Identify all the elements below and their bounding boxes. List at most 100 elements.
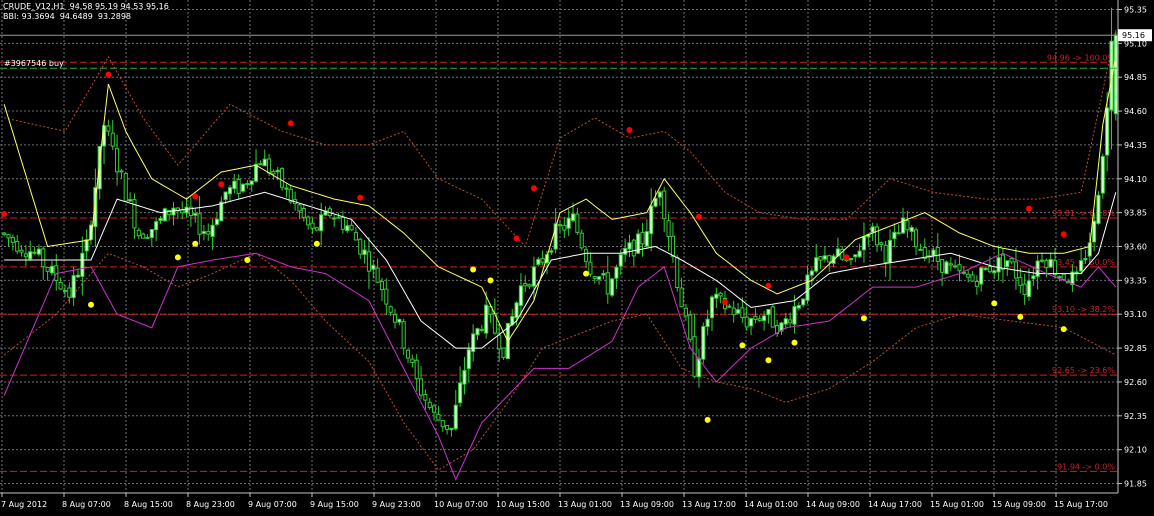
candle-bear: [392, 314, 398, 323]
candle-bull: [145, 236, 150, 239]
y-tick-label: 92.60: [1124, 378, 1147, 387]
trough-dot: [791, 339, 798, 346]
candle-bear: [605, 272, 610, 295]
y-tick-label: 94.60: [1124, 107, 1147, 116]
y-tick-label: 95.35: [1124, 5, 1147, 14]
candle-bear: [935, 246, 940, 262]
candle-bull: [549, 250, 554, 253]
candle-bear: [562, 224, 567, 231]
candle-bull: [149, 228, 154, 239]
candle-bear: [418, 378, 424, 396]
candle-bull: [193, 213, 198, 216]
candle-bull: [805, 274, 810, 301]
y-tick-label: 93.85: [1124, 209, 1147, 218]
candle-bear: [974, 280, 979, 287]
candle-bull: [49, 265, 55, 274]
candle-bull: [735, 309, 741, 314]
peak-dot: [765, 282, 772, 289]
candle-bull: [253, 163, 259, 182]
candle-bull: [1048, 258, 1053, 268]
candle-bull: [627, 242, 632, 250]
x-tick-label: 14 Aug 01:00: [744, 500, 798, 509]
candle-bull: [275, 169, 280, 173]
candle-bear: [15, 240, 20, 252]
candle-bull: [518, 285, 523, 306]
candle-bull: [80, 252, 85, 277]
candle-bear: [384, 288, 389, 305]
peak-dot: [695, 213, 702, 220]
candle-bear: [1000, 254, 1005, 270]
candle-bear: [45, 266, 50, 272]
x-tick-label: 15 Aug 17:00: [1054, 500, 1108, 509]
candle-bear: [914, 229, 919, 248]
fibonacci-levels: 94.96 -> 100.0%93.81 -> 61.8%93.45 -> 50…: [0, 53, 1118, 472]
candle-bull: [610, 278, 615, 296]
candle-bear: [410, 358, 415, 363]
candle-bull: [171, 207, 176, 216]
y-tick-label: 92.85: [1124, 344, 1147, 353]
candle-bull: [701, 326, 706, 360]
candle-bear: [987, 266, 992, 273]
candle-bear: [953, 265, 958, 268]
candle-bull: [201, 231, 206, 234]
candle-bear: [588, 261, 593, 275]
candle-bull: [814, 257, 819, 272]
candle-bear: [436, 413, 441, 421]
candle-bull: [762, 315, 767, 322]
chart-window[interactable]: 94.96 -> 100.0% 93.81 -> 61.8% 93.45 -> 50…: [0, 0, 1154, 512]
y-tick-label: 92.35: [1124, 412, 1147, 421]
fibo-label: 91.94 -> 0.0%: [1057, 462, 1115, 471]
candle-bull: [705, 318, 710, 328]
candle-bear: [271, 171, 276, 175]
candle-bear: [970, 274, 975, 282]
candle-bear: [375, 267, 380, 283]
trough-dot: [1017, 313, 1024, 320]
candle-bear: [1009, 258, 1014, 263]
trough-dot: [739, 342, 746, 349]
fibo-label: 92.65 -> 23.6%: [1052, 366, 1115, 375]
x-tick-label: 9 Aug 15:00: [310, 500, 359, 509]
candle-bear: [883, 244, 888, 263]
candle-bear: [497, 334, 502, 350]
candle-bear: [1018, 276, 1023, 286]
candle-bear: [366, 251, 371, 272]
peak-dot: [105, 71, 112, 78]
candle-bear: [136, 229, 141, 237]
trough-dot: [192, 240, 199, 247]
candle-bear: [110, 132, 115, 147]
axes: 95.3595.1094.8594.6094.3594.1093.8593.60…: [0, 0, 1152, 509]
candle-bear: [314, 227, 319, 231]
candle-bull: [453, 404, 458, 430]
indicator-header: BBI: 93.3694 94.6489 93.2898: [3, 12, 131, 21]
candle-bull: [992, 270, 997, 274]
peak-dot: [530, 185, 537, 192]
candle-bear: [1044, 259, 1049, 269]
candle-bear: [306, 216, 311, 226]
candle-bear: [575, 213, 580, 233]
x-tick-label: 8 Aug 07:00: [62, 500, 111, 509]
candle-bear: [757, 318, 762, 322]
candle-bull: [1113, 34, 1118, 115]
x-tick-label: 14 Aug 17:00: [868, 500, 922, 509]
candle-bull: [531, 266, 537, 287]
candle-bull: [597, 276, 602, 280]
candle-bear: [414, 359, 419, 380]
candle-bear: [957, 264, 962, 272]
candle-bull: [944, 261, 949, 275]
candle-bear: [918, 248, 923, 251]
candle-bear: [10, 236, 15, 243]
candle-bear: [423, 393, 428, 401]
price-chart[interactable]: 94.96 -> 100.0%93.81 -> 61.8%93.45 -> 50…: [0, 0, 1154, 512]
candle-bull: [184, 206, 189, 214]
candle-bull: [570, 213, 576, 222]
candle-bull: [345, 225, 350, 232]
x-tick-label: 7 Aug 2012: [1, 500, 47, 509]
candle-bull: [979, 267, 984, 285]
candle-bull: [371, 264, 376, 270]
candle-bear: [340, 216, 345, 230]
candle-bull: [262, 158, 267, 167]
candle-bull: [158, 217, 163, 221]
candle-bear: [427, 401, 432, 408]
candle-bear: [1022, 283, 1027, 296]
peak-dot: [722, 299, 729, 306]
